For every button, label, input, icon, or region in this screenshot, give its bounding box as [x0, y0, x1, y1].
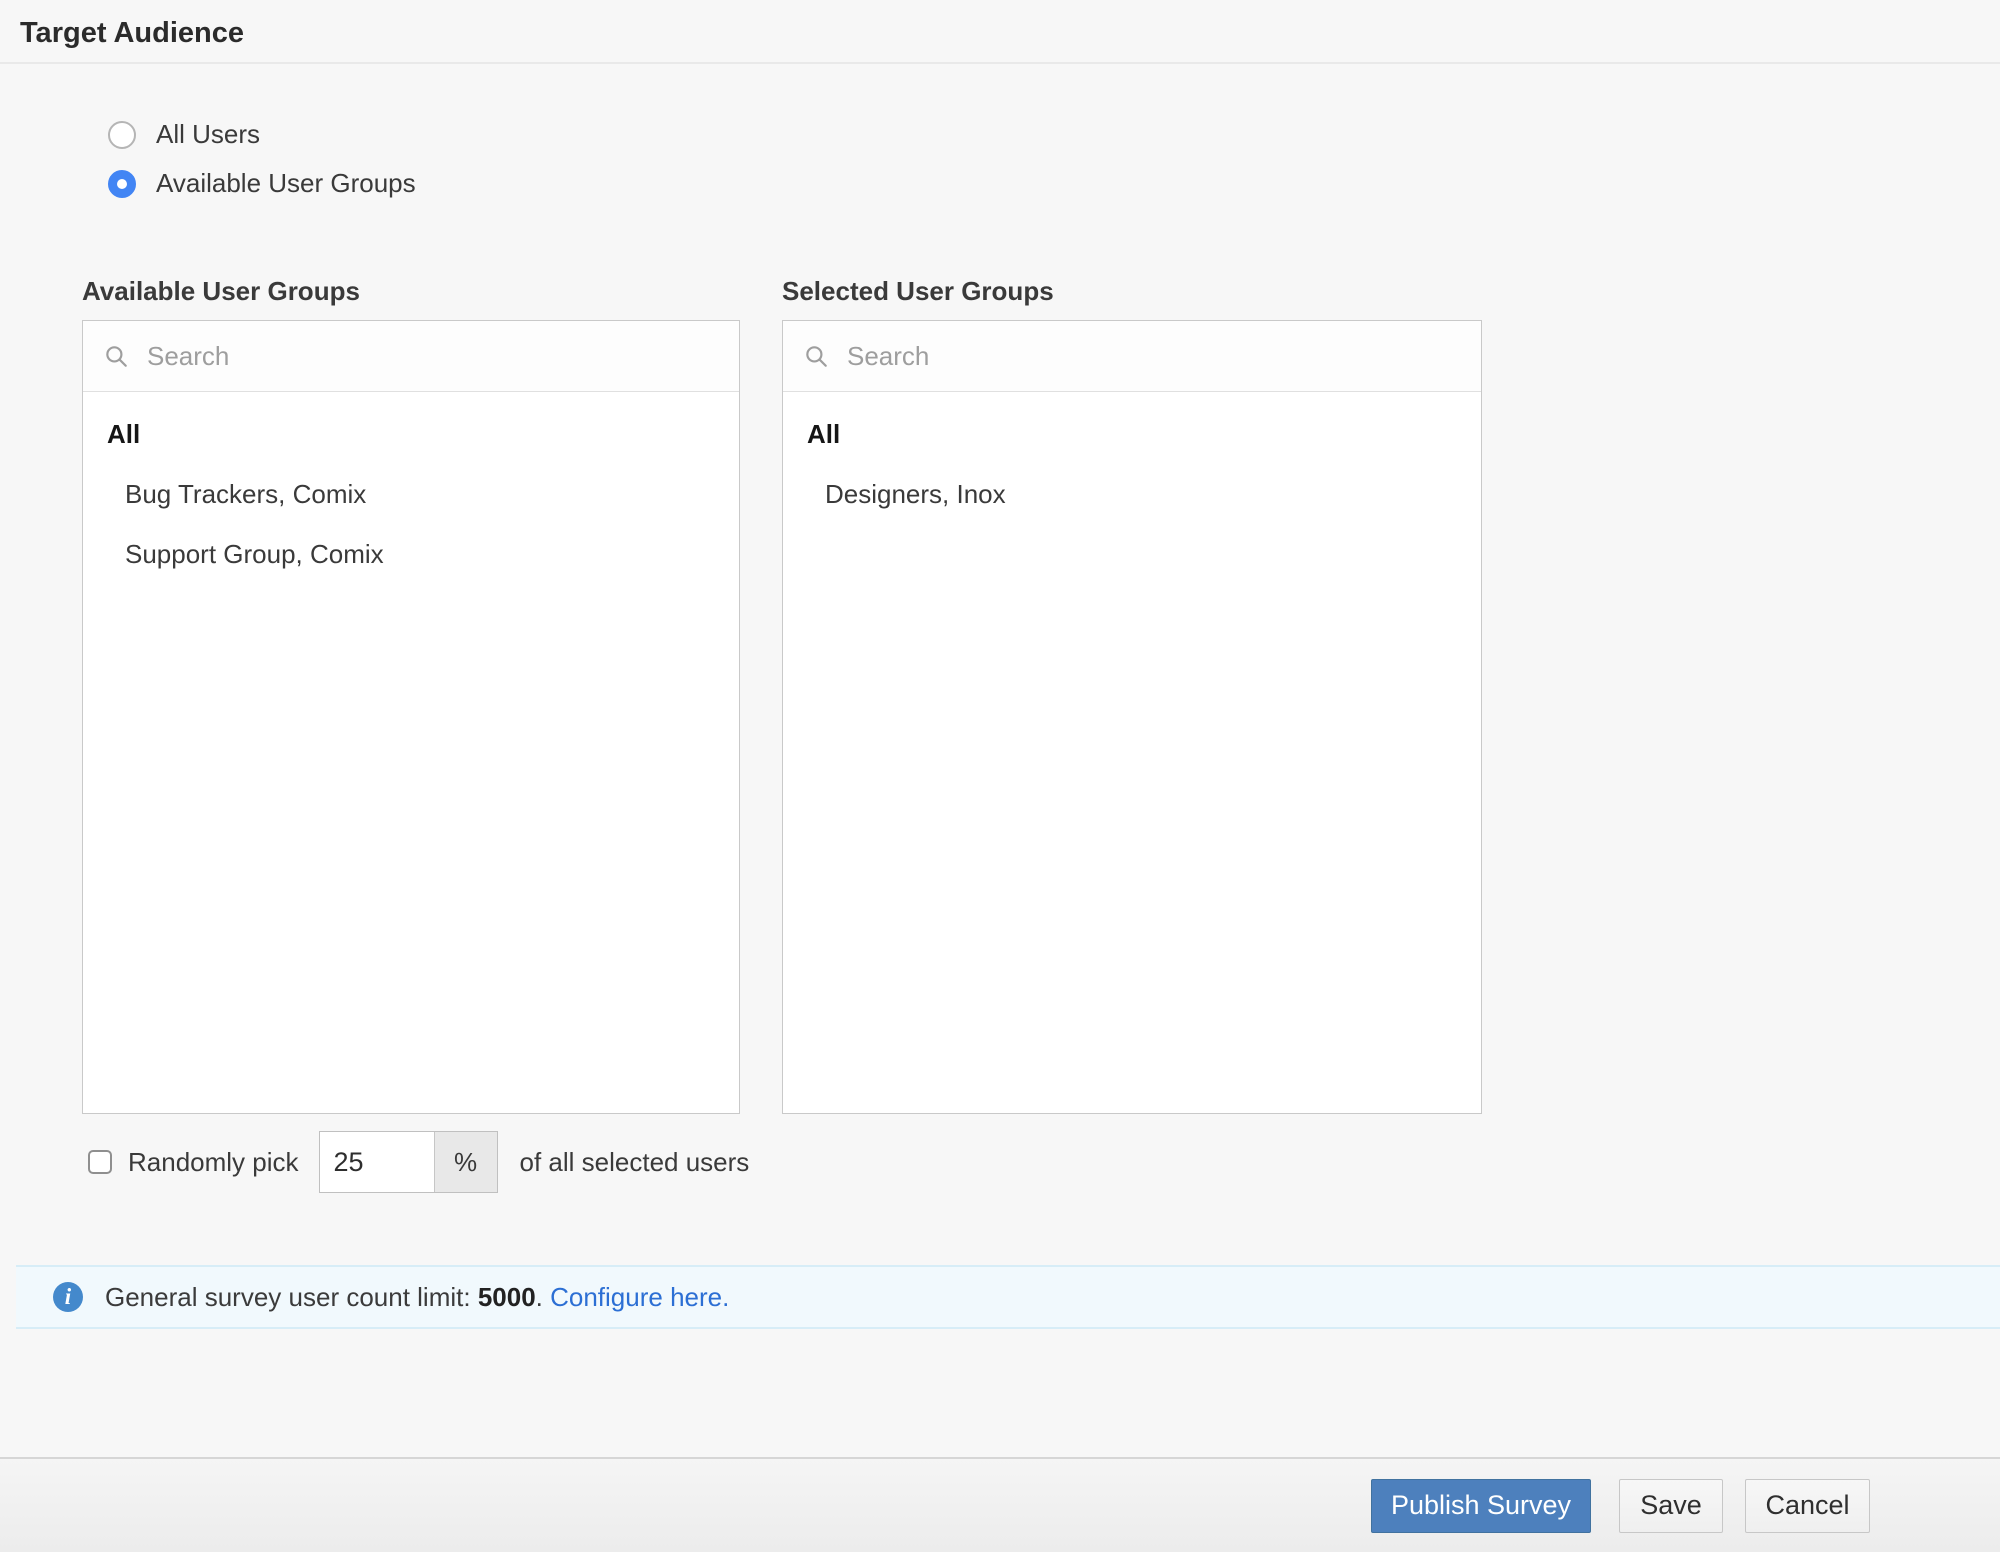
banner-text: General survey user count limit: [105, 1282, 478, 1313]
list-item[interactable]: Designers, Inox [783, 464, 1481, 524]
audience-radio-group: All Users Available User Groups [108, 110, 2000, 208]
user-groups-picker: Available User Groups All Bug Trackers, … [82, 276, 2000, 1114]
radio-available-user-groups[interactable] [108, 170, 136, 198]
footer-action-bar: Publish Survey Save Cancel [0, 1457, 2000, 1552]
available-groups-header: Available User Groups [82, 276, 740, 306]
search-icon [803, 343, 829, 369]
selected-groups-search-row [783, 321, 1481, 392]
selected-groups-box: All Designers, Inox [782, 320, 1482, 1114]
selected-groups-column: Selected User Groups All Designers, Inox [782, 276, 1482, 1114]
info-banner: i General survey user count limit: 5000 … [16, 1265, 2000, 1329]
selected-groups-list: All Designers, Inox [783, 392, 1481, 1113]
selected-groups-header: Selected User Groups [782, 276, 1482, 306]
radio-row-available-user-groups[interactable]: Available User Groups [108, 159, 2000, 208]
info-icon: i [53, 1282, 83, 1312]
radio-all-users[interactable] [108, 121, 136, 149]
selected-group-all[interactable]: All [783, 404, 1481, 464]
available-groups-search-input[interactable] [145, 340, 719, 373]
percentage-unit: % [435, 1132, 497, 1192]
random-pick-suffix: of all selected users [520, 1147, 750, 1178]
radio-all-users-label[interactable]: All Users [156, 119, 260, 150]
selected-groups-search-input[interactable] [845, 340, 1461, 373]
page-title: Target Audience [20, 16, 2000, 50]
radio-available-user-groups-label[interactable]: Available User Groups [156, 168, 416, 199]
banner-separator: . [536, 1282, 550, 1313]
banner-limit-value: 5000 [478, 1282, 536, 1313]
publish-survey-button[interactable]: Publish Survey [1371, 1479, 1591, 1533]
radio-row-all-users[interactable]: All Users [108, 110, 2000, 159]
list-item[interactable]: Support Group, Comix [83, 524, 739, 584]
configure-here-link[interactable]: Configure here. [550, 1282, 729, 1313]
percentage-input[interactable] [320, 1132, 435, 1192]
random-pick-row: Randomly pick % of all selected users [88, 1131, 2000, 1193]
list-item[interactable]: Bug Trackers, Comix [83, 464, 739, 524]
available-groups-column: Available User Groups All Bug Trackers, … [82, 276, 740, 1114]
target-audience-page: Target Audience All Users Available User… [0, 0, 2000, 1552]
search-icon [103, 343, 129, 369]
title-divider [0, 62, 2000, 64]
percentage-input-group: % [319, 1131, 498, 1193]
available-group-all[interactable]: All [83, 404, 739, 464]
available-groups-box: All Bug Trackers, Comix Support Group, C… [82, 320, 740, 1114]
save-button[interactable]: Save [1619, 1479, 1723, 1533]
random-pick-checkbox[interactable] [88, 1150, 112, 1174]
available-groups-list: All Bug Trackers, Comix Support Group, C… [83, 392, 739, 1113]
cancel-button[interactable]: Cancel [1745, 1479, 1870, 1533]
random-pick-label[interactable]: Randomly pick [128, 1147, 299, 1178]
available-groups-search-row [83, 321, 739, 392]
